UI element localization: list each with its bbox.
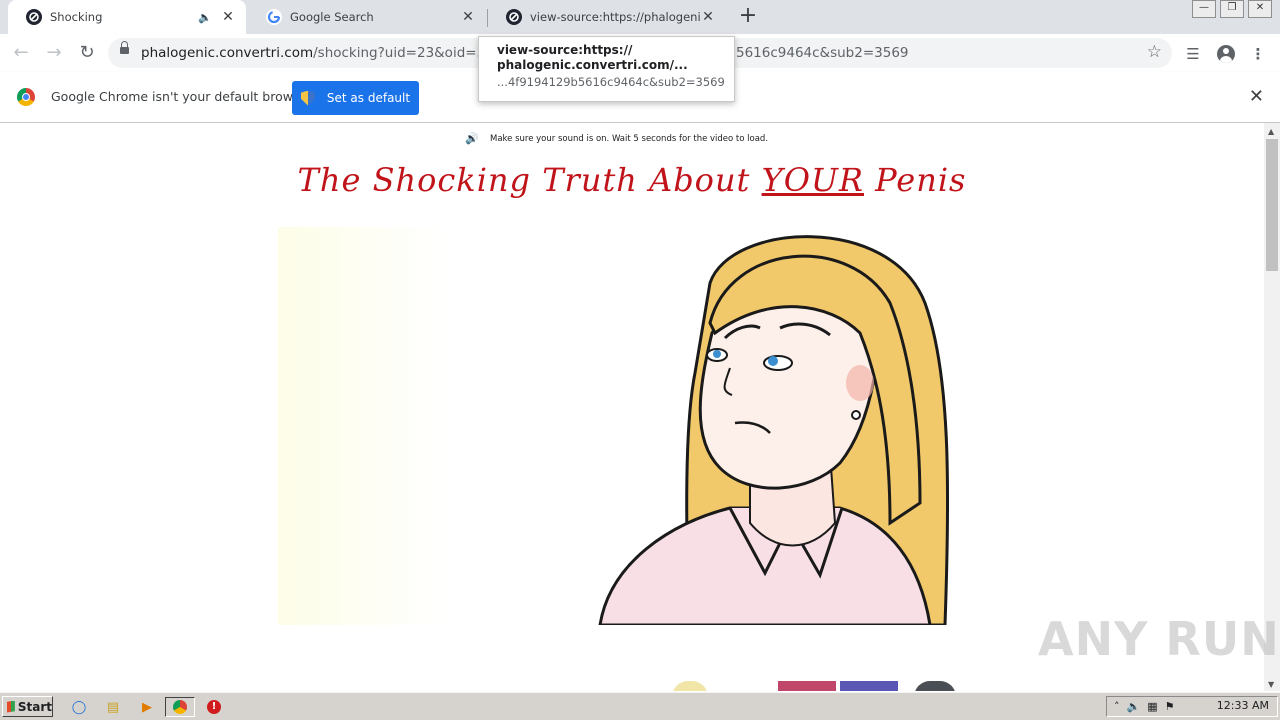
guarantee-badge-icon [672,681,708,691]
tab-close-icon[interactable]: ✕ [460,9,476,25]
infobar-close-icon[interactable]: ✕ [1249,86,1264,107]
speaker-icon: 🔊 [465,132,479,145]
set-default-button[interactable]: Set as default [292,81,419,115]
tooltip-line-3: ...4f9194129b5616c9464c&sub2=3569 [497,75,725,89]
tab-close-icon[interactable]: ✕ [220,9,236,25]
headline-part: Penis [864,161,967,199]
new-tab-button[interactable]: + [738,5,758,28]
visa-icon [840,681,898,691]
video-placeholder[interactable] [278,227,448,625]
system-tray: ˄ 🔈 ▦ ⚑ 12:33 AM [1106,696,1278,717]
media-player-icon[interactable]: ▶ [136,697,158,717]
tab-strip: Shocking 🔈 ✕ Google Search ✕ view-source… [0,0,1280,34]
forward-arrow-icon[interactable]: → [43,42,65,64]
tooltip-line-2: phalogenic.convertri.com/... [497,58,688,72]
media-queue-icon[interactable]: ☰ [1182,43,1204,65]
restore-icon[interactable]: ❐ [1220,0,1244,18]
anyrun-watermark: ANY RUN [1038,612,1280,666]
tab-shocking[interactable]: Shocking 🔈 ✕ [8,0,246,34]
page-headline: The Shocking Truth About YOUR Penis [0,161,1264,199]
tab-view-source[interactable]: view-source:https://phalogenic.convertri… [488,0,726,34]
url-host: phalogenic.convertri.com [141,45,314,61]
page-scrollbar[interactable]: ▲ ▼ [1264,123,1280,691]
chrome-taskbar-icon[interactable] [165,697,195,717]
audio-playing-icon[interactable]: 🔈 [198,11,212,24]
site-favicon-icon [506,9,522,25]
start-label: Start [17,699,52,714]
headline-emphasis: YOUR [761,161,864,199]
scroll-down-icon[interactable]: ▼ [1268,680,1274,689]
tab-title: view-source:https://phalogenic.convertri… [530,10,700,24]
set-default-label: Set as default [326,91,411,105]
windows-logo-icon [7,700,15,713]
lock-icon [120,41,129,54]
headline-part: The Shocking Truth About [297,161,762,199]
network-icon[interactable]: ▦ [1147,700,1157,713]
windows-taskbar: Start ◯ ▤ ▶ ! ˄ 🔈 ▦ ⚑ 12:33 AM [0,692,1280,720]
google-favicon-icon [266,9,282,25]
sound-note: 🔊 Make sure your sound is on. Wait 5 sec… [465,132,768,145]
url-tail: 5616c9464c&sub2=3569 [736,45,909,61]
bookmark-star-icon[interactable]: ☆ [1147,42,1162,62]
tooltip-line-1: view-source:https:// [497,43,633,57]
window-controls: — ❐ ✕ [1188,0,1272,18]
back-arrow-icon[interactable]: ← [10,42,32,64]
infobar-message: Google Chrome isn't your default browser [51,89,313,104]
chrome-logo-icon [17,88,35,106]
mastercard-icon [778,681,836,691]
chrome-logo-icon [173,700,187,714]
warning-app-icon[interactable]: ! [203,697,225,717]
explorer-folder-icon[interactable]: ▤ [102,697,124,717]
cartoon-woman-illustration [598,235,950,625]
menu-kebab-icon[interactable]: ⋮ [1247,43,1269,65]
clock: 12:33 AM [1216,699,1269,712]
url-tooltip: view-source:https:// phalogenic.convertr… [478,36,735,102]
scroll-up-icon[interactable]: ▲ [1268,127,1274,136]
tab-title: Google Search [290,10,374,24]
volume-icon[interactable]: 🔈 [1127,700,1141,713]
tab-title: Shocking [50,10,103,24]
site-favicon-icon [26,9,42,25]
uac-shield-icon [300,90,315,106]
minimize-icon[interactable]: — [1192,0,1216,18]
page-content: 🔊 Make sure your sound is on. Wait 5 sec… [0,123,1264,691]
profile-icon[interactable] [1215,43,1237,65]
flag-icon[interactable]: ⚑ [1165,700,1175,713]
sound-note-text: Make sure your sound is on. Wait 5 secon… [490,133,769,144]
tab-google-search[interactable]: Google Search ✕ [248,0,486,34]
reload-icon[interactable]: ↻ [76,42,98,64]
scroll-thumb[interactable] [1266,139,1278,271]
tab-close-icon[interactable]: ✕ [700,9,716,25]
url-text[interactable]: phalogenic.convertri.com/shocking?uid=23… [141,45,517,61]
ie-icon[interactable]: ◯ [68,697,90,717]
start-button[interactable]: Start [2,696,53,717]
close-icon[interactable]: ✕ [1248,0,1272,18]
ssl-seal-icon [914,681,956,691]
tray-expand-icon[interactable]: ˄ [1114,700,1120,713]
